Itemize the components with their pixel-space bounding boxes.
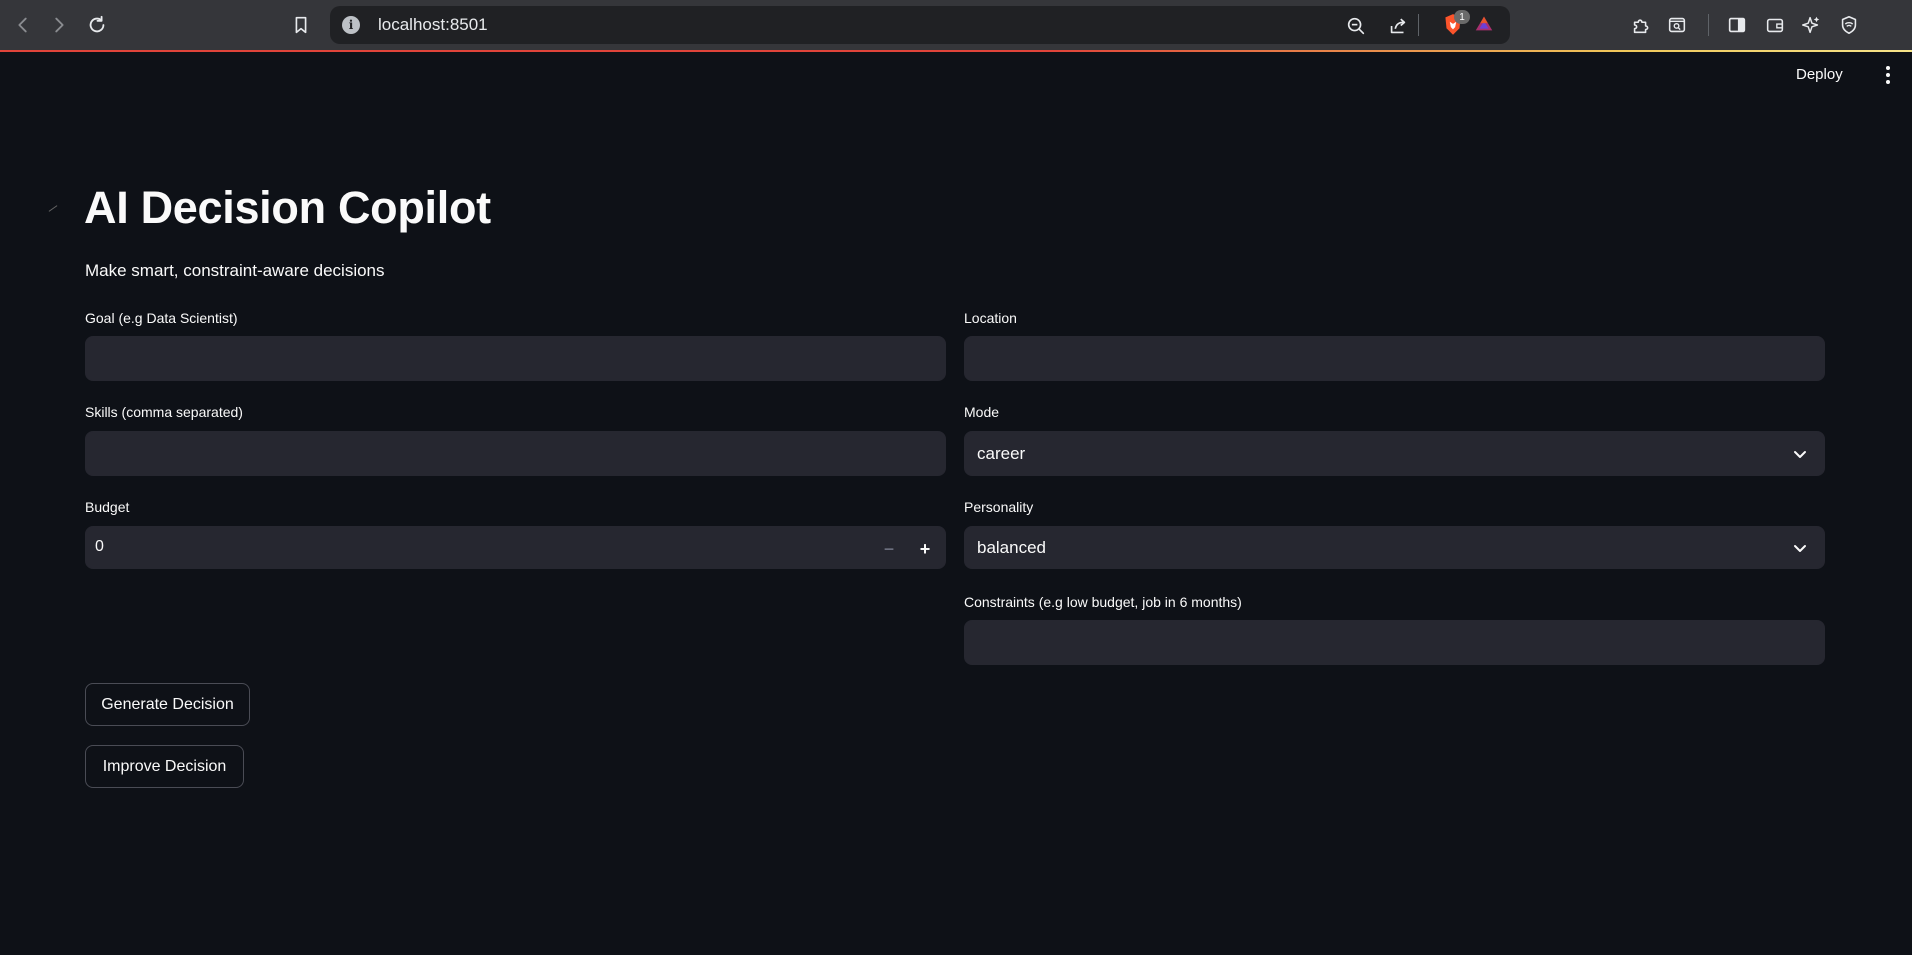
personality-selected-value: balanced — [977, 538, 1047, 557]
skills-input[interactable] — [85, 431, 946, 476]
address-bar[interactable]: i localhost:8501 — [330, 6, 1510, 44]
browser-toolbar: i localhost:8501 1 — [0, 0, 1912, 50]
page-subtitle: Make smart, constraint-aware decisions — [85, 261, 385, 280]
site-info-glyph: i — [348, 18, 354, 32]
back-icon[interactable] — [8, 10, 38, 40]
reload-icon[interactable] — [82, 10, 112, 40]
bookmark-icon[interactable] — [286, 10, 316, 40]
wallet-icon[interactable] — [1760, 10, 1790, 40]
toolbar-divider-2 — [1708, 14, 1709, 36]
url-text[interactable]: localhost:8501 — [378, 15, 488, 35]
goal-label: Goal (e.g Data Scientist) — [85, 310, 238, 326]
chevron-down-icon — [1794, 545, 1806, 552]
budget-value: 0 — [95, 538, 104, 555]
mode-label: Mode — [964, 404, 1000, 420]
forward-icon[interactable] — [44, 10, 74, 40]
constraints-label: Constraints (e.g low budget, job in 6 mo… — [964, 594, 1242, 610]
constraints-input[interactable] — [964, 620, 1825, 665]
goal-input[interactable] — [85, 336, 946, 381]
page-title: AI Decision Copilot — [84, 182, 491, 233]
budget-decrement-button[interactable]: − — [875, 535, 903, 563]
decorative-mark — [48, 205, 58, 212]
brave-shield-count: 1 — [1454, 10, 1470, 24]
toolbar-divider — [1418, 14, 1419, 36]
personality-label: Personality — [964, 499, 1034, 515]
mode-selected-value: career — [977, 444, 1026, 463]
vpn-icon[interactable] — [1834, 10, 1864, 40]
budget-number-input[interactable]: 0 − + — [85, 526, 946, 569]
location-label: Location — [964, 310, 1017, 326]
improve-decision-button[interactable]: Improve Decision — [85, 745, 244, 788]
deploy-button[interactable]: Deploy — [1796, 66, 1843, 83]
page-search-icon[interactable] — [1662, 10, 1692, 40]
skills-label: Skills (comma separated) — [85, 404, 243, 420]
mode-select[interactable]: career — [964, 431, 1825, 476]
extensions-icon[interactable] — [1626, 10, 1656, 40]
zoom-icon[interactable] — [1344, 14, 1368, 38]
chevron-down-icon — [1794, 451, 1806, 458]
generate-decision-button[interactable]: Generate Decision — [85, 683, 250, 726]
loading-accent-line — [0, 50, 1912, 52]
brave-rewards-icon[interactable] — [1472, 12, 1496, 36]
personality-select[interactable]: balanced — [964, 526, 1825, 569]
site-info-icon[interactable]: i — [342, 16, 360, 34]
location-input[interactable] — [964, 336, 1825, 381]
sidebar-icon[interactable] — [1722, 10, 1752, 40]
share-icon[interactable] — [1386, 14, 1410, 38]
budget-increment-button[interactable]: + — [911, 535, 939, 563]
leo-ai-icon[interactable] — [1796, 10, 1826, 40]
budget-label: Budget — [85, 499, 130, 515]
main-menu-icon[interactable] — [1882, 64, 1894, 86]
